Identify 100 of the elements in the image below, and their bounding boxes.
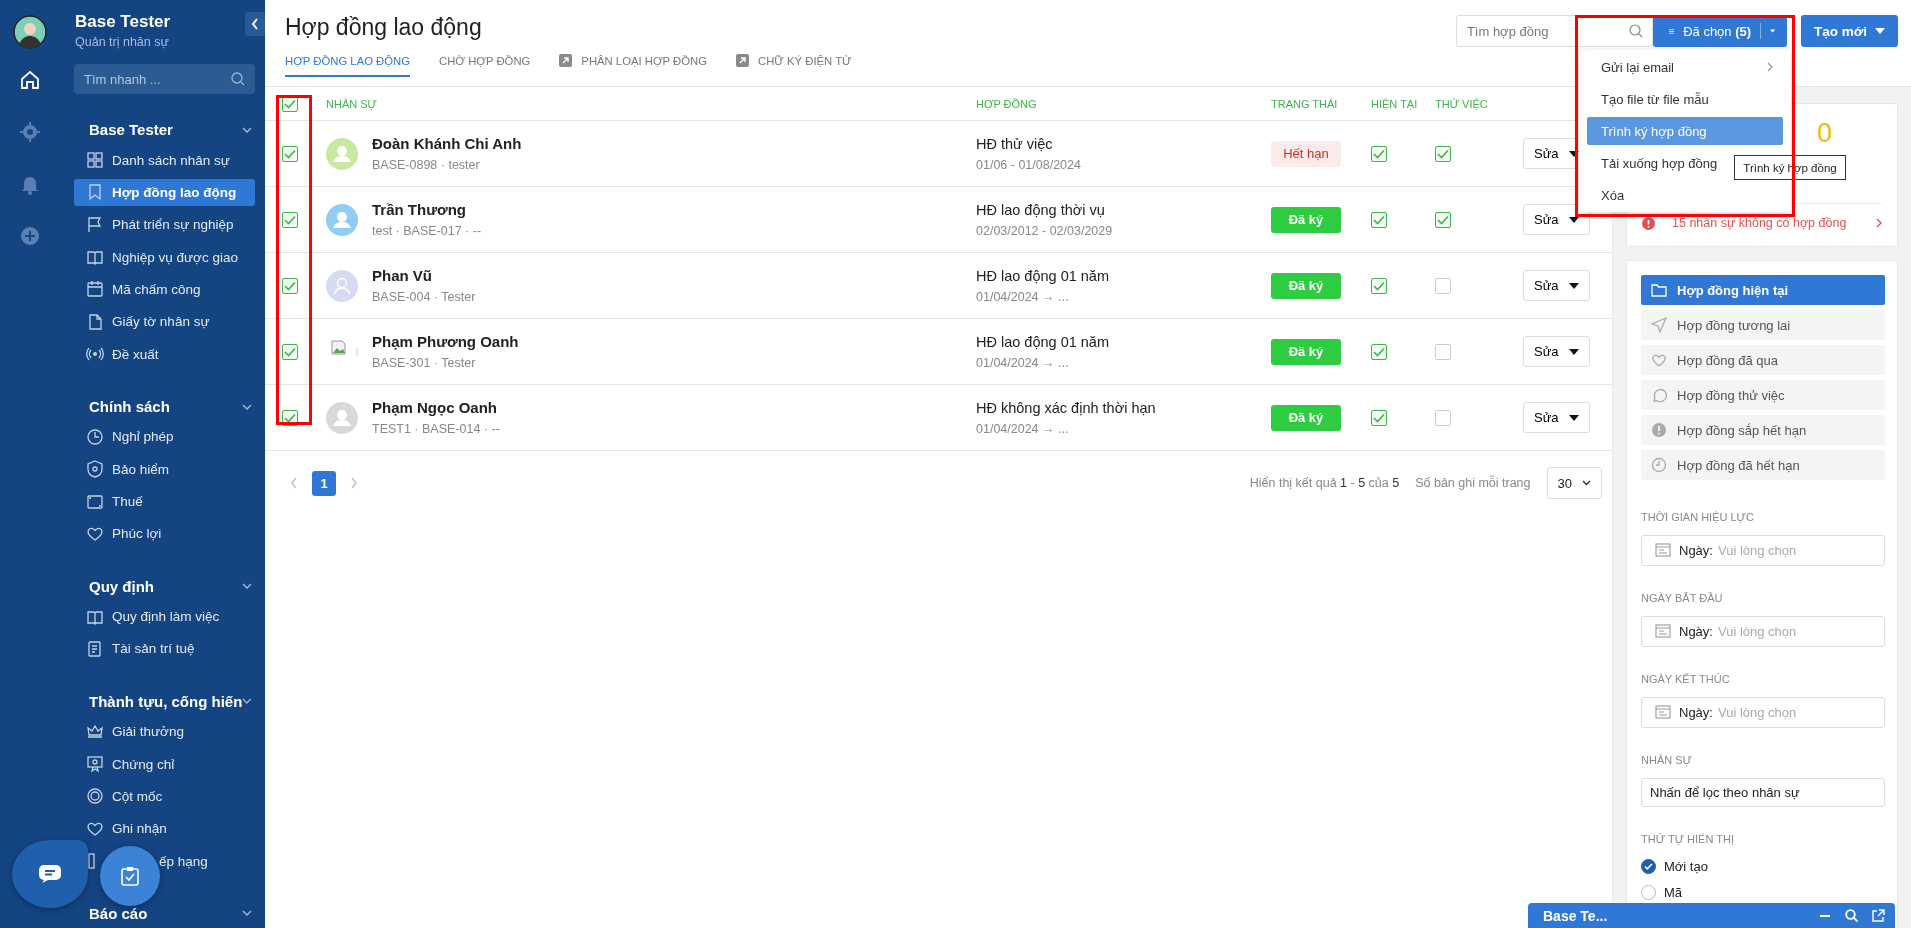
sidebar-item[interactable]: Chứng chỉ <box>74 750 255 778</box>
employee-meta: BASE-301 · Tester <box>372 356 477 370</box>
sidebar-item[interactable]: Mã chấm công <box>74 275 255 304</box>
warning-link[interactable]: 15 nhân sự không có hợp đồng <box>1642 203 1882 242</box>
sidebar-item[interactable]: Ghi nhận <box>74 815 255 843</box>
per-page-label: Số bản ghi mỗi trang <box>1415 476 1531 490</box>
checkbox[interactable] <box>281 277 298 294</box>
shield-icon <box>86 460 104 479</box>
caret-icon <box>1769 28 1775 34</box>
edit-button[interactable]: Sửa <box>1523 270 1590 301</box>
employee-meta: BASE-0898 · tester <box>372 158 481 172</box>
section-header[interactable]: Quy định <box>89 571 255 601</box>
sidebar-item[interactable]: Phúc lợi <box>74 520 255 548</box>
checkbox[interactable] <box>281 211 298 228</box>
filter-nav-item[interactable]: Hợp đồng thử việc <box>1641 380 1885 410</box>
sidebar-item[interactable]: Cột mốc <box>74 782 255 811</box>
sidebar-item[interactable]: Giấy tờ nhân sự <box>74 308 255 336</box>
caret-icon <box>1568 282 1579 289</box>
checkbox[interactable] <box>281 145 298 162</box>
sidebar-item[interactable]: Phát triển sự nghiệp <box>74 211 255 239</box>
checkbox[interactable] <box>1435 277 1451 294</box>
tab[interactable]: CHỮ KÝ ĐIỆN TỬ <box>735 54 852 77</box>
search-field[interactable]: Tìm hợp đồng <box>1455 15 1653 47</box>
checkbox[interactable] <box>1435 211 1451 228</box>
contract-name: HĐ lao động thời vụ <box>976 201 1105 218</box>
plus-icon <box>19 225 41 247</box>
sidebar-item[interactable]: Quy định làm việc <box>74 602 255 631</box>
external-link-icon <box>1872 909 1885 922</box>
filter-label: NGÀY KẾT THÚC <box>1641 673 1731 685</box>
checkbox[interactable] <box>1371 211 1387 228</box>
clock-icon <box>86 427 104 446</box>
section-header[interactable]: Base Tester <box>89 115 255 145</box>
filter-nav-item[interactable]: Hợp đồng đã qua <box>1641 345 1885 375</box>
edit-button[interactable]: Sửa <box>1523 402 1590 433</box>
tab[interactable]: PHÂN LOẠI HỢP ĐỒNG <box>559 54 707 77</box>
tab[interactable]: HỢP ĐỒNG LAO ĐỘNG <box>285 54 410 77</box>
filter-nav-item[interactable]: Hợp đồng đã hết hạn <box>1641 450 1885 480</box>
heart-icon <box>1651 352 1667 368</box>
sidebar-item[interactable]: Tài sản trí tuệ <box>74 635 255 663</box>
field-label: Ngày: <box>1679 624 1713 639</box>
sidebar-item[interactable]: Đề xuất <box>74 340 255 368</box>
status-badge: Hết hạn <box>1271 140 1341 167</box>
edit-button[interactable]: Sửa <box>1523 204 1590 235</box>
speech-bubble-icon <box>1651 387 1667 403</box>
checkbox[interactable] <box>1371 409 1387 426</box>
filter-nav-item[interactable]: Hợp đồng tương lai <box>1641 310 1885 340</box>
checkbox[interactable] <box>1435 409 1451 426</box>
grid-icon <box>86 151 104 170</box>
per-page-select[interactable]: 30 <box>1546 467 1602 499</box>
sidebar-item[interactable]: Hợp đồng lao động <box>74 178 255 207</box>
employee-name: Đoàn Khánh Chi Anh <box>372 135 522 152</box>
results-summary: Hiển thị kết quả 1 - 5 của 5 <box>1249 476 1400 490</box>
sidebar-item[interactable]: Thuế <box>74 487 255 516</box>
sidebar-item[interactable]: Bảo hiểm <box>74 455 255 483</box>
staff-filter-field[interactable]: Nhấn để lọc theo nhân sự <box>1641 778 1885 807</box>
search-field[interactable]: Tìm nhanh ... <box>74 64 255 95</box>
contract-period: 01/04/2024 → ... <box>976 289 1069 304</box>
certificate-icon <box>86 755 104 773</box>
page-title: Hợp đồng lao động <box>285 14 483 41</box>
section-header[interactable]: Chính sách <box>89 391 255 422</box>
chevron-down-icon <box>242 583 252 590</box>
menu-item[interactable]: Tạo file từ file mẫu <box>1587 85 1783 113</box>
tab[interactable]: CHỜ HỢP ĐỒNG <box>439 54 531 77</box>
checkbox[interactable] <box>1371 277 1387 294</box>
chevron-right-icon <box>1876 218 1882 228</box>
checkbox[interactable] <box>1435 145 1451 162</box>
chevron-down-icon <box>242 403 252 410</box>
sidebar-item[interactable]: ếp hạng <box>159 853 208 869</box>
chat-widget[interactable]: Base Te... <box>1528 903 1895 928</box>
status-badge: Đã ký <box>1271 338 1341 365</box>
calendar-icon <box>1655 543 1671 557</box>
settings-icon <box>19 121 41 143</box>
contract-name: HĐ thử việc <box>976 135 1053 152</box>
external-link-icon <box>559 54 573 67</box>
create-button[interactable]: Tạo mới <box>1800 15 1898 47</box>
employee-name: Phan Vũ <box>372 267 433 284</box>
section-header[interactable]: Thành tựu, cống hiến <box>89 686 255 716</box>
filter-nav-item[interactable]: Hợp đồng sắp hết hạn <box>1641 415 1885 445</box>
checkbox[interactable] <box>281 343 298 360</box>
contract-period: 01/04/2024 → ... <box>976 421 1069 436</box>
sidebar-item[interactable]: Giải thưởng <box>74 718 255 746</box>
bar-icon <box>88 853 95 870</box>
radio-button[interactable] <box>1641 858 1656 874</box>
field-label: Ngày: <box>1679 543 1713 558</box>
sidebar-item[interactable]: Nghỉ phép <box>74 423 255 451</box>
sidebar-item[interactable]: Danh sách nhân sự <box>74 146 255 174</box>
page-button[interactable]: 1 <box>312 470 336 496</box>
checkbox[interactable] <box>1371 145 1387 162</box>
filter-nav-item[interactable]: Hợp đồng hiện tại <box>1641 275 1885 305</box>
menu-item[interactable]: Gửi lại email <box>1587 53 1783 81</box>
edit-button[interactable]: Sửa <box>1523 336 1590 367</box>
sidebar-item[interactable]: Nghiệp vụ được giao <box>74 243 255 271</box>
contract-name: HĐ không xác định thời hạn <box>976 399 1156 416</box>
send-icon <box>1651 317 1667 333</box>
column-header: TRẠNG THÁI <box>1271 97 1339 110</box>
section-header[interactable]: Báo cáo <box>89 898 255 928</box>
checkbox[interactable] <box>1435 343 1451 360</box>
collapse-button[interactable] <box>245 12 265 36</box>
external-link-icon <box>735 54 749 67</box>
checkbox[interactable] <box>1371 343 1387 360</box>
